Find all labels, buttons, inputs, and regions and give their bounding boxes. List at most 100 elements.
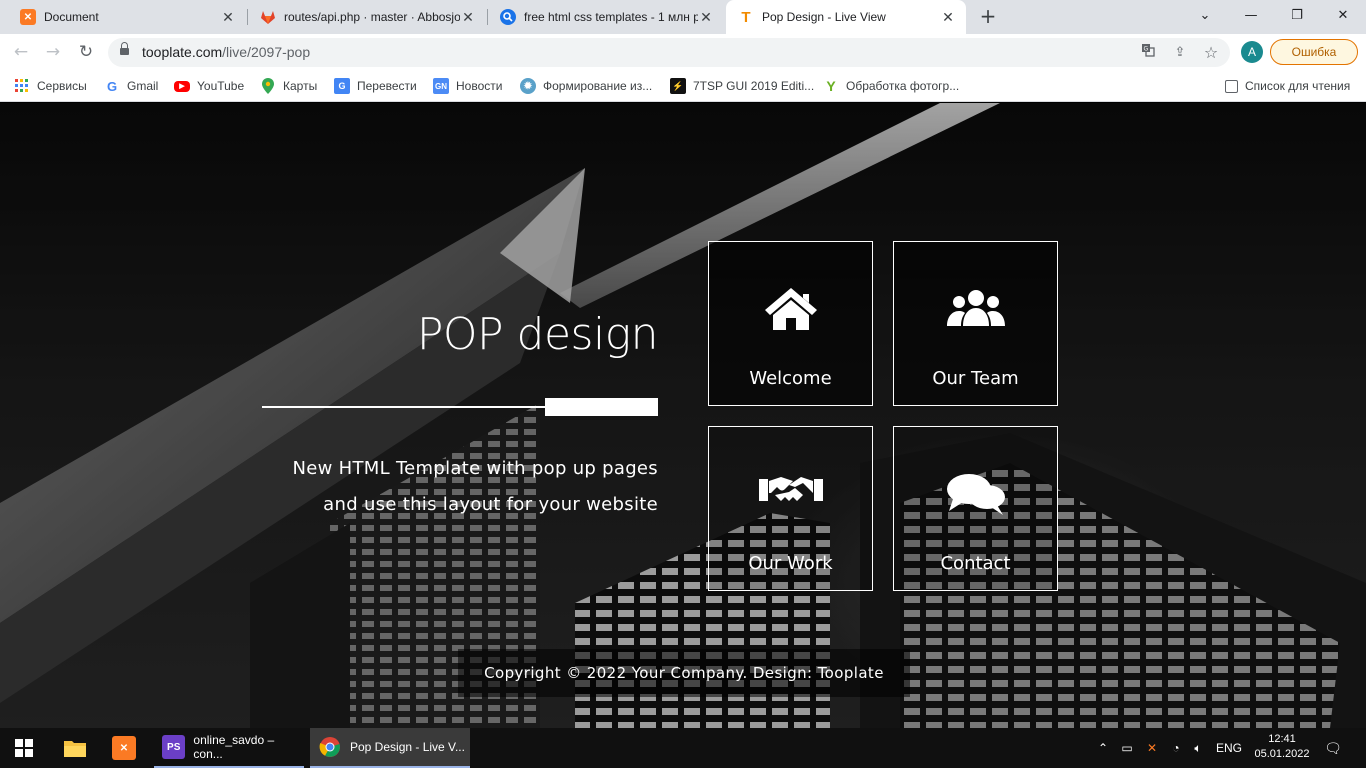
- clock-date: 05.01.2022: [1254, 748, 1310, 760]
- tooplate-icon: T: [741, 8, 751, 26]
- bookmark-translate[interactable]: G Перевести: [334, 76, 417, 96]
- folder-icon: [64, 741, 86, 757]
- tile-label: Our Work: [748, 553, 833, 574]
- tile-welcome[interactable]: Welcome: [708, 241, 873, 406]
- tile-our-team[interactable]: Our Team: [893, 241, 1058, 406]
- leaf-icon: Y: [826, 78, 836, 94]
- bookmark-news[interactable]: GN Новости: [433, 76, 502, 96]
- bookmark-label: Обработка фотогр...: [846, 79, 960, 93]
- error-button[interactable]: Ошибка: [1270, 39, 1358, 65]
- taskbar-app-phpstorm[interactable]: PS online_savdo – con...: [154, 728, 304, 768]
- bookmarks-bar: Сервисы G Gmail ▶ YouTube Карты G Переве…: [0, 71, 1366, 102]
- bookmark-star-icon[interactable]: ☆: [1201, 43, 1221, 63]
- maps-pin-icon: [260, 78, 276, 94]
- background-architecture-image: [0, 103, 1366, 728]
- tab-pop-design[interactable]: T Pop Design - Live View ✕: [726, 0, 966, 34]
- browser-toolbar: ← → ↻ tooplate.com/live/2097-pop G ⇪ ☆ A…: [0, 34, 1366, 71]
- volume-icon[interactable]: 🔈︎: [1188, 728, 1208, 768]
- bookmark-label: Карты: [283, 79, 318, 93]
- tab-search-dropdown-icon[interactable]: ⌄: [1182, 0, 1228, 34]
- tab-title: Document: [44, 10, 99, 24]
- tile-contact[interactable]: Contact: [893, 426, 1058, 591]
- page-title: POP design: [416, 309, 659, 360]
- tab-title: Pop Design - Live View: [762, 10, 886, 24]
- tile-label: Our Team: [932, 368, 1019, 389]
- close-icon[interactable]: ✕: [220, 9, 236, 26]
- xampp-icon: ✕: [112, 736, 136, 760]
- tab-title: free html css templates - 1 млн р: [524, 10, 698, 24]
- close-icon[interactable]: ✕: [460, 9, 476, 26]
- chat-bubbles-icon: [894, 471, 1057, 519]
- close-icon[interactable]: ✕: [698, 9, 714, 26]
- file-explorer-button[interactable]: [52, 728, 98, 768]
- reload-button[interactable]: ↻: [73, 40, 99, 66]
- address-bar[interactable]: tooplate.com/live/2097-pop G ⇪ ☆: [108, 38, 1230, 67]
- forward-button[interactable]: →: [40, 40, 66, 66]
- tab-strip: ✕ Document ✕ routes/api.php · master · A…: [0, 0, 1366, 34]
- back-button[interactable]: ←: [8, 40, 34, 66]
- new-tab-button[interactable]: +: [976, 5, 1000, 29]
- url-path: /live/2097-pop: [222, 44, 311, 60]
- bookmark-label: YouTube: [197, 79, 245, 93]
- translate-icon: G: [334, 78, 350, 94]
- notifications-icon[interactable]: 🗨︎: [1320, 728, 1346, 768]
- profile-avatar[interactable]: A: [1241, 41, 1263, 63]
- reading-list[interactable]: Список для чтения: [1225, 76, 1350, 96]
- bookmark-youtube[interactable]: ▶ YouTube: [174, 76, 244, 96]
- tab-search[interactable]: free html css templates - 1 млн р ✕: [488, 0, 724, 34]
- translate-icon[interactable]: G: [1138, 43, 1158, 63]
- language-indicator[interactable]: ENG: [1212, 728, 1246, 768]
- bookmark-maps[interactable]: Карты: [260, 76, 317, 96]
- page-subtitle: New HTML Template with pop up pages and …: [240, 451, 658, 523]
- phpstorm-icon: PS: [162, 735, 186, 759]
- lock-icon[interactable]: [120, 42, 129, 57]
- bookmark-label: Формирование из...: [543, 79, 653, 93]
- xampp-tray-icon[interactable]: ✕: [1142, 728, 1162, 768]
- bookmark-forming[interactable]: ✹ Формирование из...: [520, 76, 652, 96]
- reading-list-icon: [1225, 79, 1238, 93]
- bookmark-gmail[interactable]: G Gmail: [104, 76, 158, 96]
- home-icon: [709, 286, 872, 334]
- subtitle-line: and use this layout for your website: [323, 494, 658, 515]
- taskbar-app-chrome[interactable]: Pop Design - Live V...: [310, 728, 470, 768]
- clock[interactable]: 12:41 05.01.2022: [1252, 732, 1312, 762]
- bookmark-services[interactable]: Сервисы: [14, 76, 87, 96]
- show-hidden-icons-button[interactable]: ⌃: [1094, 728, 1112, 768]
- xampp-icon: ✕: [20, 9, 36, 25]
- page-footer: Copyright © 2022 Your Company. Design: T…: [458, 649, 910, 697]
- bookmark-label: Новости: [456, 79, 503, 93]
- gear-burst-icon: ✹: [520, 78, 536, 94]
- share-icon[interactable]: ⇪: [1170, 43, 1190, 63]
- wifi-icon[interactable]: ◔: [1166, 728, 1186, 768]
- start-button[interactable]: [0, 728, 48, 768]
- url-host: tooplate.com: [142, 44, 223, 60]
- tile-label: Welcome: [749, 368, 832, 389]
- xampp-button[interactable]: ✕: [100, 728, 148, 768]
- bookmark-label: 7TSP GUI 2019 Editi...: [693, 79, 815, 93]
- chrome-icon: [318, 735, 342, 759]
- restore-button[interactable]: ❐: [1274, 0, 1320, 34]
- reading-list-label: Список для чтения: [1245, 79, 1351, 93]
- url-text[interactable]: tooplate.com/live/2097-pop: [142, 44, 310, 60]
- news-icon: GN: [433, 78, 449, 94]
- close-icon[interactable]: ✕: [940, 9, 956, 26]
- bookmark-label: Сервисы: [37, 79, 87, 93]
- tab-title: routes/api.php · master · Abbosjo: [284, 10, 460, 24]
- apps-grid-icon: [14, 78, 30, 94]
- battery-icon[interactable]: ▭: [1116, 728, 1138, 768]
- taskbar-app-label: Pop Design - Live V...: [350, 740, 465, 754]
- subtitle-line: New HTML Template with pop up pages: [292, 458, 658, 479]
- close-window-button[interactable]: ✕: [1320, 0, 1366, 34]
- users-icon: [894, 286, 1057, 334]
- minimize-button[interactable]: —: [1228, 0, 1274, 34]
- windows-logo-icon: [15, 739, 33, 757]
- tile-label: Contact: [940, 553, 1011, 574]
- svg-text:G: G: [1144, 46, 1149, 53]
- tab-gitlab[interactable]: routes/api.php · master · Abbosjo ✕: [248, 0, 486, 34]
- bookmark-photo[interactable]: Y Обработка фотогр...: [823, 76, 959, 96]
- tile-our-work[interactable]: Our Work: [708, 426, 873, 591]
- search-icon: [500, 9, 516, 25]
- tab-document[interactable]: ✕ Document ✕: [8, 0, 246, 34]
- bookmark-7tsp[interactable]: ⚡ 7TSP GUI 2019 Editi...: [670, 76, 814, 96]
- youtube-icon: ▶: [174, 80, 190, 92]
